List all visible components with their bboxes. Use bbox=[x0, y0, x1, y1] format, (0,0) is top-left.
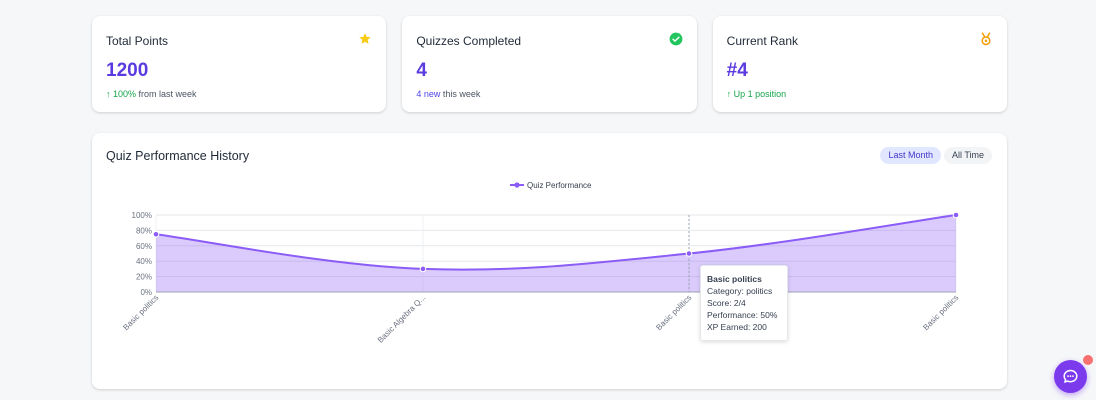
x-tick-label: Basic politics bbox=[121, 293, 160, 332]
chat-button[interactable] bbox=[1054, 360, 1087, 393]
data-point bbox=[419, 265, 427, 273]
y-tick-label: 40% bbox=[136, 257, 152, 266]
chat-icon bbox=[1063, 369, 1078, 383]
notification-dot bbox=[1083, 355, 1093, 365]
y-tick-label: 20% bbox=[136, 273, 152, 282]
y-tick-label: 100% bbox=[132, 211, 152, 220]
data-point bbox=[152, 230, 160, 238]
x-tick-label: Basic politics bbox=[654, 293, 693, 332]
tooltip-xp: XP Earned: 200 bbox=[707, 322, 767, 332]
tooltip-category: Category: politics bbox=[707, 286, 773, 296]
tooltip-score: Score: 2/4 bbox=[707, 298, 746, 308]
x-tick-label: Basic Algebra Q... bbox=[376, 293, 428, 345]
data-point bbox=[685, 250, 693, 257]
chart-tooltip: Basic politics Category: politics Score:… bbox=[700, 265, 788, 341]
legend-marker bbox=[514, 182, 520, 188]
performance-chart: 0%20%40%60%80%100%Basic politics Basic Al… bbox=[121, 181, 960, 345]
y-tick-label: 80% bbox=[136, 226, 152, 235]
y-tick-label: 60% bbox=[136, 242, 152, 251]
data-point bbox=[952, 211, 960, 219]
legend-label: Quiz Performance bbox=[527, 181, 592, 190]
tooltip-title: Basic politics bbox=[707, 274, 762, 284]
tooltip-performance: Performance: 50% bbox=[707, 310, 778, 320]
x-tick-label: Basic politics bbox=[921, 293, 960, 332]
